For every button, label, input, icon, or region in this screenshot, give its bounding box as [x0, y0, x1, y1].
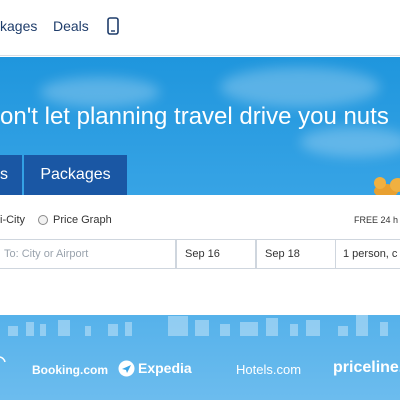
- return-date-field[interactable]: Sep 18: [256, 239, 336, 269]
- city-skyline: [0, 312, 400, 336]
- multi-city-option-label[interactable]: i-City: [0, 214, 25, 226]
- partner-expedia-label: Expedia: [138, 360, 192, 376]
- depart-date-field[interactable]: Sep 16: [176, 239, 256, 269]
- travelers-field[interactable]: 1 person, c: [335, 239, 400, 269]
- expedia-plane-icon: [118, 360, 135, 377]
- partner-booking-logo: Booking.com: [32, 363, 109, 377]
- tab-packages[interactable]: Packages: [24, 155, 127, 195]
- cloud: [300, 127, 400, 157]
- nav-packages-link[interactable]: kages: [0, 18, 37, 34]
- destination-placeholder: To: City or Airport: [4, 248, 89, 260]
- cloud: [220, 67, 380, 107]
- partner-expedia-logo: Expedia: [118, 360, 192, 377]
- hero-headline: on't let planning travel drive you nuts: [0, 103, 389, 130]
- free-cancellation-note: FREE 24 h: [354, 215, 399, 225]
- partner-logo-mark-icon: [0, 356, 6, 363]
- phone-icon[interactable]: [107, 17, 119, 35]
- partner-priceline-logo: priceline.: [333, 359, 400, 376]
- price-graph-radio[interactable]: [38, 215, 48, 225]
- destination-input[interactable]: To: City or Airport: [0, 239, 176, 269]
- top-nav: kages Deals: [0, 0, 400, 56]
- tab-flights[interactable]: s: [0, 155, 22, 195]
- partner-hotels-logo: Hotels.com: [236, 362, 302, 377]
- price-graph-label[interactable]: Price Graph: [53, 214, 112, 226]
- nav-deals-link[interactable]: Deals: [53, 18, 89, 34]
- search-panel: i-City Price Graph FREE 24 h To: City or…: [0, 195, 400, 315]
